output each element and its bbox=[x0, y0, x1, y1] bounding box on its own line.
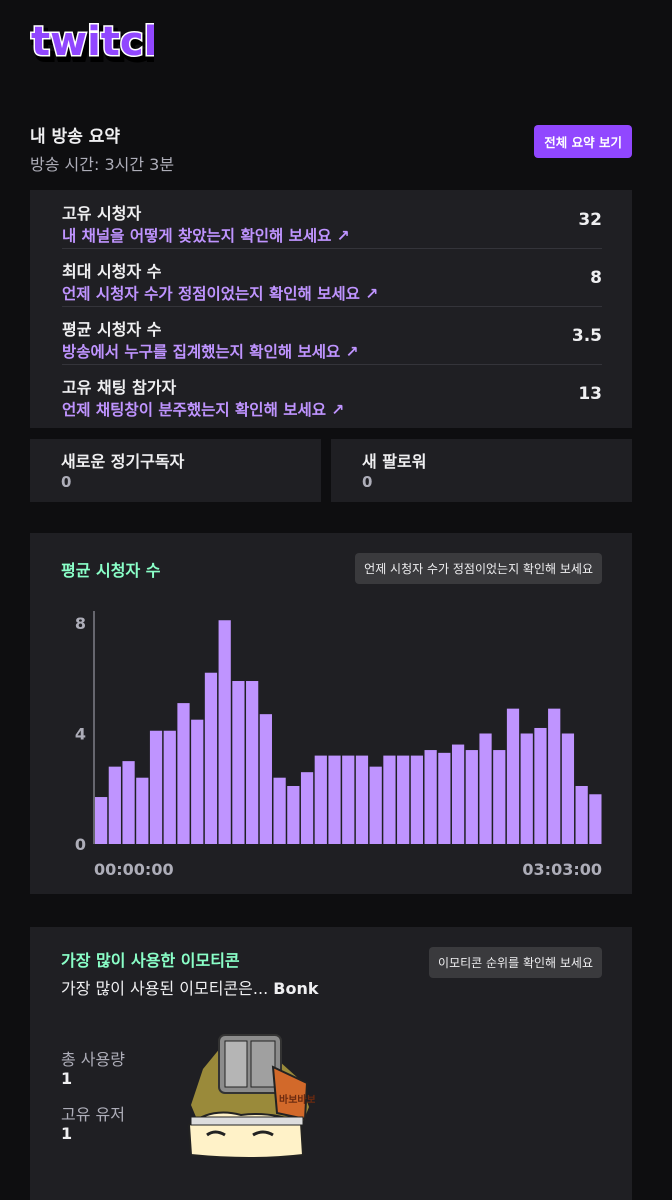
new-subscribers-label: 새로운 정기구독자 bbox=[61, 452, 185, 471]
chart-bar[interactable] bbox=[273, 777, 286, 844]
emote-name: Bonk bbox=[273, 979, 319, 998]
chart-bar[interactable] bbox=[95, 797, 108, 844]
y-tick-label: 8 bbox=[75, 614, 86, 633]
y-tick-label: 0 bbox=[75, 835, 86, 854]
chart-bar[interactable] bbox=[177, 703, 190, 844]
twitch-logo[interactable]: twitch twitch bbox=[30, 18, 179, 73]
stat-row-average-viewers: 평균 시청자 수 방송에서 누구를 집계했는지 확인해 보세요 ↗ 3.5 bbox=[62, 306, 602, 365]
chart-bar[interactable] bbox=[163, 730, 176, 844]
stats-card: 고유 시청자 내 채널을 어떻게 찾았는지 확인해 보세요 ↗ 32 최대 시청… bbox=[30, 190, 632, 428]
stat-label: 최대 시청자 수 bbox=[62, 262, 162, 281]
unique-users-label: 고유 유저 bbox=[61, 1105, 125, 1124]
emote-section-title: 가장 많이 사용한 이모티콘 bbox=[61, 951, 240, 970]
stat-insight-link[interactable]: 언제 채팅창이 분주했는지 확인해 보세요 ↗ bbox=[62, 398, 344, 420]
stat-value: 3.5 bbox=[571, 326, 602, 346]
stat-label: 평균 시청자 수 bbox=[62, 320, 162, 339]
chart-bar[interactable] bbox=[479, 733, 492, 845]
stat-label: 고유 채팅 참가자 bbox=[62, 378, 177, 397]
stat-value: 8 bbox=[590, 268, 602, 288]
total-usage-value: 1 bbox=[61, 1069, 73, 1088]
chart-bar[interactable] bbox=[397, 755, 410, 844]
bonk-emote-icon: 바보바보 bbox=[181, 1027, 315, 1161]
chart-bar[interactable] bbox=[465, 750, 478, 844]
view-full-summary-button[interactable]: 전체 요약 보기 bbox=[534, 125, 632, 158]
unique-users-value: 1 bbox=[61, 1124, 73, 1143]
stat-insight-link[interactable]: 방송에서 누구를 집계했는지 확인해 보세요 ↗ bbox=[62, 340, 359, 362]
chart-bar[interactable] bbox=[424, 750, 437, 844]
chart-bar[interactable] bbox=[287, 785, 300, 844]
chart-bar[interactable] bbox=[355, 755, 369, 844]
stat-label: 고유 시청자 bbox=[62, 204, 142, 223]
total-usage-label: 총 사용량 bbox=[61, 1050, 125, 1069]
emote-description-prefix: 가장 많이 사용된 이모티콘은... bbox=[61, 979, 274, 998]
new-subscribers-card: 새로운 정기구독자 0 bbox=[30, 439, 321, 502]
chart-bar[interactable] bbox=[520, 733, 533, 845]
chart-bar[interactable] bbox=[575, 785, 588, 844]
chart-bar[interactable] bbox=[149, 730, 163, 844]
chart-bar[interactable] bbox=[122, 761, 135, 845]
new-followers-card: 새 팔로워 0 bbox=[331, 439, 632, 502]
top-emote-description: 가장 많이 사용된 이모티콘은... Bonk bbox=[61, 975, 318, 999]
stat-row-peak-viewers: 최대 시청자 수 언제 시청자 수가 정점이었는지 확인해 보세요 ↗ 8 bbox=[62, 248, 602, 307]
chart-bar[interactable] bbox=[369, 766, 382, 844]
chart-bar[interactable] bbox=[246, 681, 259, 844]
chart-bar[interactable] bbox=[314, 755, 327, 844]
chart-bar[interactable] bbox=[493, 750, 506, 844]
chart-bar[interactable] bbox=[383, 755, 396, 844]
y-tick-label: 4 bbox=[75, 725, 86, 744]
viewers-bar-chart: 0 4 8 00:00:00 03:03:00 bbox=[75, 611, 602, 879]
chart-bar[interactable] bbox=[136, 777, 149, 844]
chart-bar[interactable] bbox=[410, 755, 424, 844]
chart-bar[interactable] bbox=[218, 620, 231, 844]
emote-ranking-button[interactable]: 이모티콘 순위를 확인해 보세요 bbox=[429, 947, 602, 978]
new-followers-label: 새 팔로워 bbox=[362, 452, 427, 471]
chart-bar[interactable] bbox=[204, 672, 218, 844]
stat-insight-link[interactable]: 언제 시청자 수가 정점이었는지 확인해 보세요 ↗ bbox=[62, 282, 378, 304]
chart-bar[interactable] bbox=[300, 772, 314, 844]
chart-bar[interactable] bbox=[259, 714, 272, 844]
stream-summary-header: 내 방송 요약 방송 시간: 3시간 3분 전체 요약 보기 bbox=[30, 122, 632, 175]
chart-bar[interactable] bbox=[589, 794, 602, 844]
chart-bar[interactable] bbox=[534, 727, 547, 844]
stat-value: 13 bbox=[578, 384, 602, 404]
chart-bar[interactable] bbox=[438, 752, 451, 844]
new-subscribers-value: 0 bbox=[61, 473, 72, 491]
stat-value: 32 bbox=[578, 210, 602, 230]
stat-insight-link[interactable]: 내 채널을 어떻게 찾았는지 확인해 보세요 ↗ bbox=[62, 224, 350, 246]
stat-row-unique-viewers: 고유 시청자 내 채널을 어떻게 찾았는지 확인해 보세요 ↗ 32 bbox=[62, 190, 602, 249]
chart-bar[interactable] bbox=[108, 766, 121, 844]
x-tick-label-start: 00:00:00 bbox=[94, 860, 174, 879]
average-viewers-chart-card: 평균 시청자 수 언제 시청자 수가 정점이었는지 확인해 보세요 0 4 8 00:… bbox=[30, 533, 632, 894]
chart-bar[interactable] bbox=[191, 719, 204, 844]
logo-text: twitch bbox=[31, 22, 154, 65]
top-emote-card: 가장 많이 사용한 이모티콘 이모티콘 순위를 확인해 보세요 가장 많이 사용… bbox=[30, 927, 632, 1200]
chart-bar[interactable] bbox=[561, 733, 575, 845]
new-followers-value: 0 bbox=[362, 473, 373, 491]
x-tick-label-end: 03:03:00 bbox=[522, 860, 602, 879]
stat-row-unique-chatters: 고유 채팅 참가자 언제 채팅창이 분주했는지 확인해 보세요 ↗ 13 bbox=[62, 364, 602, 422]
chart-bar[interactable] bbox=[232, 681, 245, 844]
chart-bar[interactable] bbox=[548, 708, 561, 844]
chart-bar[interactable] bbox=[506, 708, 520, 844]
chart-bar[interactable] bbox=[451, 744, 465, 844]
chart-bar[interactable] bbox=[328, 755, 341, 844]
emote-lettering: 바보바보 bbox=[279, 1093, 315, 1106]
chart-bar[interactable] bbox=[342, 755, 355, 844]
